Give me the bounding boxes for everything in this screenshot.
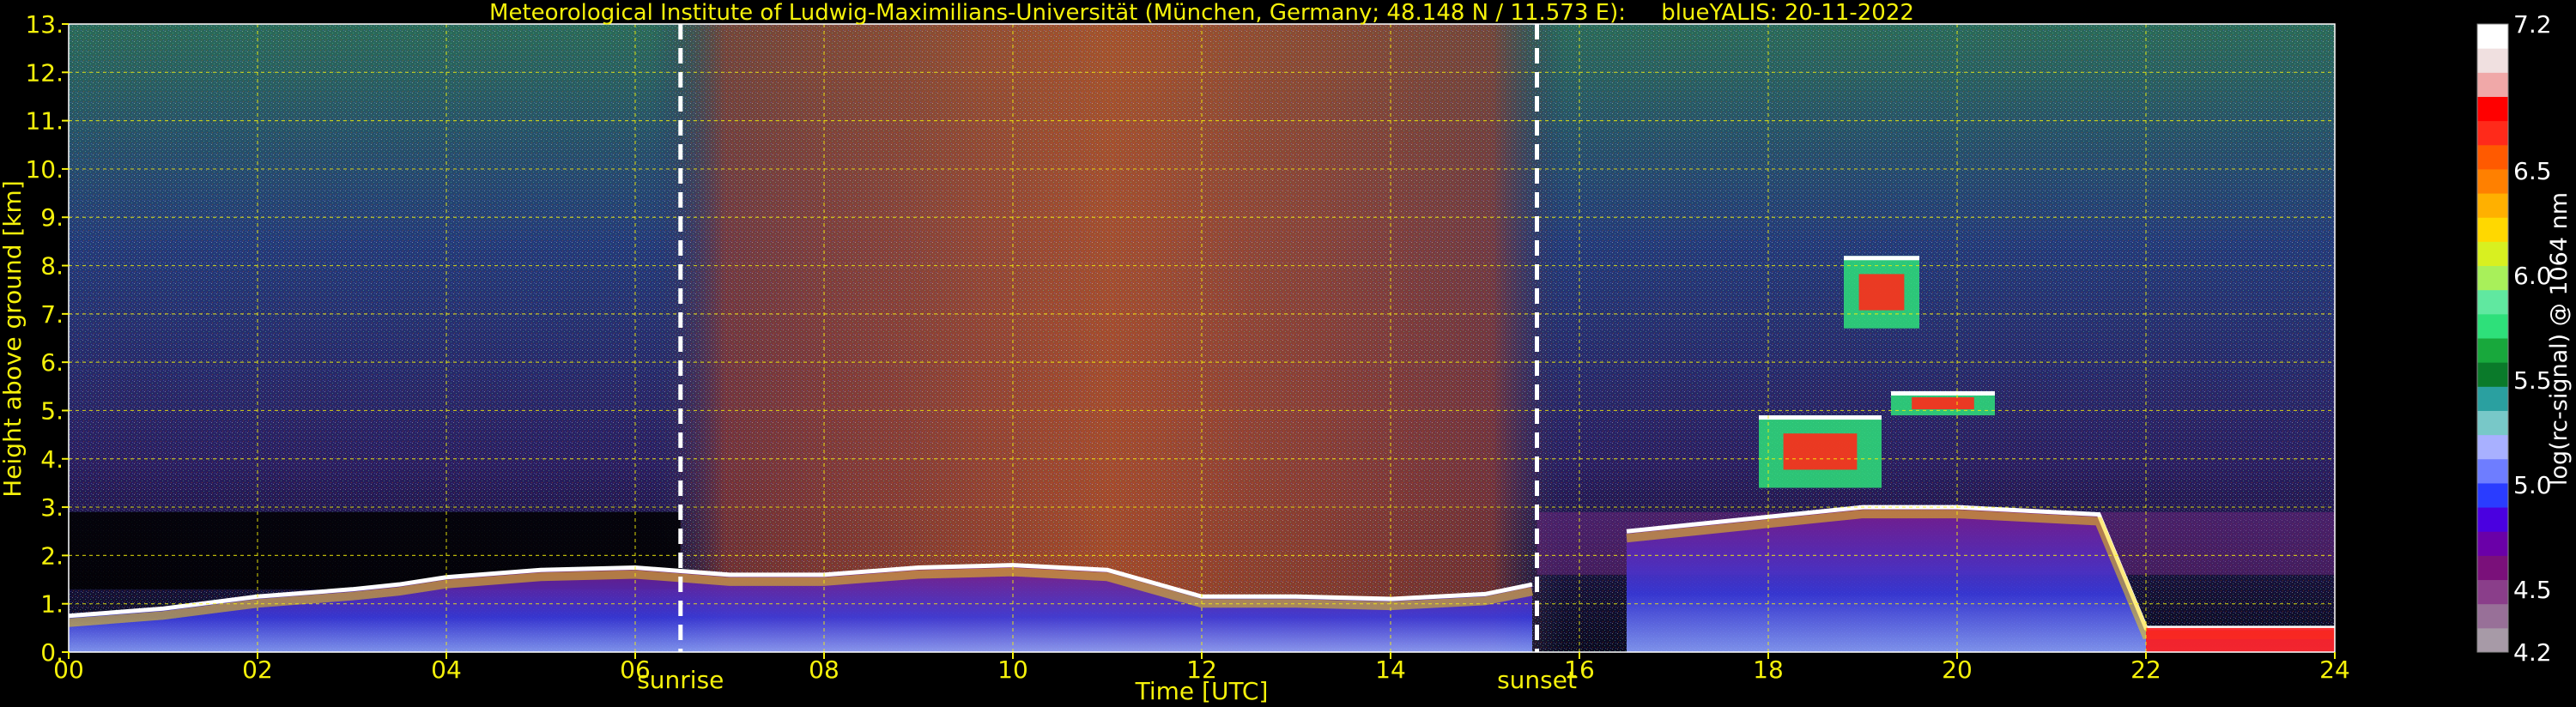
cloud-core-2 <box>1783 433 1858 470</box>
colorbar-segment <box>2477 531 2508 556</box>
colorbar-tick-label: 4.5 <box>2513 576 2552 604</box>
colorbar-segment <box>2477 579 2508 605</box>
y-tick-label: 3. <box>40 493 64 522</box>
cloud-top-3 <box>1891 390 1995 396</box>
x-tick-label: 08 <box>809 656 839 684</box>
colorbar-segment <box>2477 168 2508 194</box>
colorbar-segment <box>2477 458 2508 484</box>
colorbar-tick-label: 7.2 <box>2513 10 2552 39</box>
colorbar-segment <box>2477 482 2508 508</box>
x-tick-label: 24 <box>2319 656 2350 684</box>
colorbar-segment <box>2477 507 2508 532</box>
x-tick-label: 14 <box>1375 656 1406 684</box>
cloud-top-4 <box>1844 256 1919 261</box>
colorbar-segment <box>2477 362 2508 387</box>
colorbar-segment <box>2477 603 2508 629</box>
colorbar-segment <box>2477 555 2508 581</box>
cloud-core-3 <box>1912 396 1974 410</box>
x-tick-label: 10 <box>997 656 1028 684</box>
colorbar-segment <box>2477 217 2508 242</box>
y-tick-label: 1. <box>40 590 64 619</box>
colorbar-segment <box>2477 48 2508 73</box>
colorbar-segment <box>2477 386 2508 411</box>
y-tick-label: 8. <box>40 252 64 281</box>
y-tick-label: 6. <box>40 348 64 377</box>
x-tick-label: 02 <box>242 656 273 684</box>
colorbar: 4.24.55.05.56.06.57.2 <box>2476 10 2552 667</box>
y-tick-label: 11. <box>25 107 64 136</box>
colorbar-segment <box>2477 627 2508 653</box>
x-tick-label: 06 <box>620 656 651 684</box>
colorbar-segment <box>2477 193 2508 218</box>
colorbar-segment <box>2477 144 2508 170</box>
y-tick-label: 7. <box>40 300 64 329</box>
surface-signal-late <box>2146 627 2335 652</box>
lidar-quicklook-chart: sunrise sunset 00 02 04 06 08 10 12 14 16 18 20 22 24… <box>0 0 2573 705</box>
colorbar-segment <box>2477 265 2508 291</box>
colorbar-segment <box>2477 241 2508 267</box>
colorbar-segment <box>2477 338 2508 363</box>
y-tick-label: 10. <box>25 155 64 184</box>
colorbar-segment <box>2477 24 2508 49</box>
x-tick-label: 20 <box>1942 656 1973 684</box>
cloud-top-2 <box>1759 415 1882 420</box>
y-tick-label: 5. <box>40 396 64 425</box>
y-tick-label: 12. <box>25 58 64 87</box>
x-tick-label: 22 <box>2131 656 2161 684</box>
y-tick-label: 2. <box>40 541 64 570</box>
y-tick-label: 9. <box>40 203 64 232</box>
colorbar-segment <box>2477 120 2508 146</box>
colorbar-tick-label: 6.5 <box>2513 157 2552 185</box>
y-axis-label: Height above ground [km] <box>0 180 27 498</box>
cloud-core-4 <box>1858 274 1905 311</box>
colorbar-segment <box>2477 313 2508 339</box>
colorbar-segment <box>2477 434 2508 460</box>
x-tick-label: 16 <box>1564 656 1595 684</box>
x-axis-label: Time [UTC] <box>1135 677 1269 705</box>
chart-title: Meteorological Institute of Ludwig-Maxim… <box>489 0 1914 26</box>
colorbar-segment <box>2477 72 2508 97</box>
colorbar-segment <box>2477 289 2508 315</box>
colorbar-label: log(rc-signal) @ 1064 nm <box>2546 192 2573 486</box>
colorbar-segment <box>2477 96 2508 122</box>
x-tick-label: 18 <box>1753 656 1784 684</box>
y-tick-label: 4. <box>40 445 64 474</box>
y-tick-label: 13. <box>25 10 64 39</box>
colorbar-segment <box>2477 410 2508 436</box>
x-tick-label: 04 <box>431 656 462 684</box>
colorbar-tick-label: 4.2 <box>2513 638 2552 667</box>
y-tick-label: 0. <box>40 638 64 667</box>
